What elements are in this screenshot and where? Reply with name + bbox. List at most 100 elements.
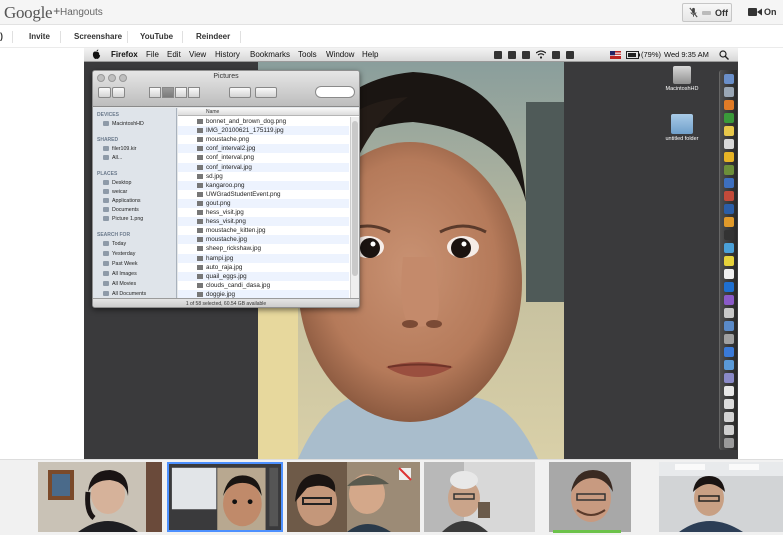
participant-tile-2-selected[interactable] [167, 462, 283, 532]
sidebar-item[interactable]: All Images [103, 271, 137, 277]
camera-state-label[interactable]: On [764, 7, 777, 17]
app-dock-icon[interactable] [724, 373, 734, 383]
file-row[interactable]: gout.png [178, 198, 349, 209]
scrollbar-thumb[interactable] [352, 121, 358, 276]
sidebar-item[interactable]: weicar [103, 189, 127, 195]
file-row[interactable]: conf_interval.png [178, 153, 349, 162]
file-row[interactable]: moustache_kitten.jpg [178, 226, 349, 235]
sidebar-heading: DEVICES [97, 112, 119, 118]
forward-arrow-icon[interactable] [112, 87, 125, 98]
file-row[interactable]: conf_interval.jpg [178, 162, 349, 172]
app-dock-icon[interactable] [724, 347, 734, 357]
file-row[interactable]: moustache.png [178, 135, 349, 144]
finder-file-list[interactable]: Name bonnet_and_brown_dog.png IMG_2010062… [178, 108, 359, 298]
vertical-scrollbar[interactable] [350, 117, 359, 298]
participant-tile-1[interactable] [38, 462, 162, 532]
file-row[interactable]: hess_visit.png [178, 217, 349, 227]
image-file-icon [197, 128, 203, 134]
sidebar-item[interactable]: Picture 1.png [103, 216, 143, 222]
google-plus-logo[interactable]: Google+ [4, 3, 60, 23]
list-view-button[interactable] [162, 87, 174, 98]
app-dock-icon[interactable] [724, 295, 734, 305]
file-row[interactable]: sheep_rickshaw.jpg [178, 244, 349, 253]
shared-screen[interactable]: Firefox File Edit View History Bookmarks… [84, 48, 738, 459]
participant-tile-4[interactable] [424, 462, 535, 532]
column-view-button[interactable] [175, 87, 187, 98]
app-dock-icon[interactable] [724, 126, 734, 136]
back-arrow-icon[interactable] [98, 87, 111, 98]
app-dock-icon[interactable] [724, 334, 734, 344]
reindeer-button[interactable]: Reindeer [196, 32, 230, 41]
participant-tile-6[interactable] [659, 462, 783, 532]
quick-look-eye-icon[interactable] [229, 87, 251, 98]
trash-icon[interactable] [724, 438, 734, 448]
app-dock-icon[interactable] [724, 178, 734, 188]
app-dock-icon[interactable] [724, 217, 734, 227]
coverflow-view-button[interactable] [188, 87, 200, 98]
desktop-icon-macintosh-hd[interactable]: MacintoshHD [652, 66, 712, 92]
finder-titlebar[interactable]: Pictures [93, 71, 359, 107]
sidebar-item[interactable]: All... [103, 155, 122, 161]
finder-dock-icon[interactable] [724, 74, 734, 84]
file-row[interactable]: clouds_candi_dasa.jpg [178, 281, 349, 290]
file-row[interactable]: conf_interval2.jpg [178, 144, 349, 154]
app-dock-icon[interactable] [724, 191, 734, 201]
sidebar-item[interactable]: Documents [103, 207, 139, 213]
app-dock-icon[interactable] [724, 87, 734, 97]
file-row[interactable]: quail_eggs.jpg [178, 271, 349, 281]
desktop-icon-untitled-folder[interactable]: untitled folder [652, 114, 712, 142]
camera-icon[interactable] [748, 6, 762, 18]
name-column-header[interactable]: Name [178, 108, 359, 116]
file-row[interactable]: hampi.jpg [178, 253, 349, 263]
file-row[interactable]: IMG_20100621_175119.jpg [178, 126, 349, 136]
sidebar-item[interactable]: All Documents [103, 291, 146, 297]
desktop-icon [103, 180, 109, 186]
document-dock-icon[interactable] [724, 425, 734, 435]
screenshare-button[interactable]: Screenshare [74, 32, 122, 41]
file-row[interactable]: sd.jpg [178, 172, 349, 181]
document-dock-icon[interactable] [724, 399, 734, 409]
microphone-mute-toggle[interactable]: Off [682, 3, 732, 22]
app-dock-icon[interactable] [724, 269, 734, 279]
app-dock-icon[interactable] [724, 360, 734, 370]
app-dock-icon[interactable] [724, 256, 734, 266]
sidebar-item[interactable]: Past Week [103, 261, 138, 267]
firefox-dock-icon[interactable] [724, 100, 734, 110]
file-row[interactable]: moustache.jpg [178, 235, 349, 245]
invite-button[interactable]: Invite [29, 32, 50, 41]
app-dock-icon[interactable] [724, 204, 734, 214]
file-row[interactable]: UWGradStudentEvent.png [178, 190, 349, 199]
app-dock-icon[interactable] [724, 321, 734, 331]
file-row[interactable]: bonnet_and_brown_dog.png [178, 117, 349, 126]
sidebar-item[interactable]: Applications [103, 198, 141, 204]
file-row[interactable]: hess_visit.jpg [178, 208, 349, 217]
icon-view-button[interactable] [149, 87, 161, 98]
sidebar-item[interactable]: Yesterday [103, 251, 135, 257]
finder-window[interactable]: Pictures DEVICES MacintoshHD SHARED file… [92, 70, 360, 308]
app-dock-icon[interactable] [724, 243, 734, 253]
spotlight-icon [719, 50, 729, 60]
participant-tile-3[interactable] [287, 462, 420, 532]
action-gear-icon[interactable] [255, 87, 277, 98]
app-dock-icon[interactable] [724, 165, 734, 175]
sidebar-item[interactable]: MacintoshHD [103, 121, 144, 127]
app-dock-icon[interactable] [724, 139, 734, 149]
finder-search-input[interactable] [315, 86, 355, 98]
file-row[interactable]: doggie.jpg [178, 289, 349, 298]
document-dock-icon[interactable] [724, 412, 734, 422]
sidebar-item[interactable]: Desktop [103, 180, 131, 186]
terminal-dock-icon[interactable] [724, 230, 734, 240]
app-dock-icon[interactable] [724, 113, 734, 123]
file-row[interactable]: auto_raja.jpg [178, 263, 349, 272]
youtube-button[interactable]: YouTube [140, 32, 173, 41]
app-dock-icon[interactable] [724, 308, 734, 318]
app-dock-icon[interactable] [724, 152, 734, 162]
document-dock-icon[interactable] [724, 386, 734, 396]
sidebar-item[interactable]: filer109.kir [103, 146, 136, 152]
sidebar-item[interactable]: Today [103, 241, 126, 247]
participant-tile-5[interactable] [549, 462, 631, 532]
file-row[interactable]: kangaroo.png [178, 180, 349, 190]
sidebar-item[interactable]: All Movies [103, 281, 136, 287]
app-dock-icon[interactable] [724, 282, 734, 292]
file-name: UWGradStudentEvent.png [206, 190, 281, 198]
